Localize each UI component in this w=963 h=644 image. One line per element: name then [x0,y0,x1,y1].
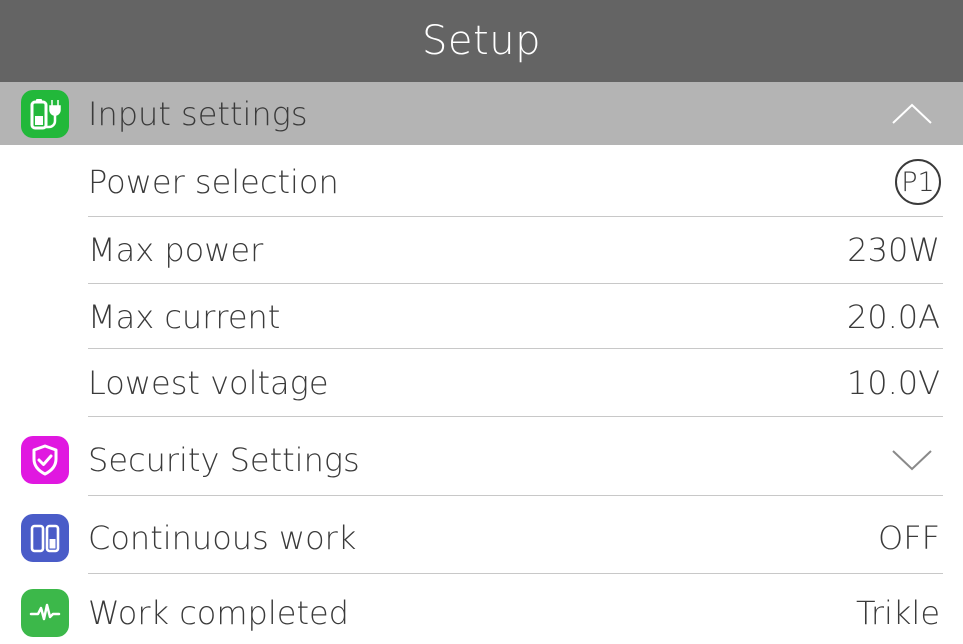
setting-value: 10.0V [846,364,940,402]
setting-row-lowest-voltage[interactable]: Lowest voltage 10.0V [0,350,963,416]
setting-label: Continuous work [88,518,357,557]
setting-label: Max current [88,298,281,336]
setting-row-max-current[interactable]: Max current 20.0A [0,284,963,350]
shield-check-icon [21,435,69,484]
setting-label: Power selection [88,163,339,201]
chevron-down-icon[interactable] [891,448,933,472]
pulse-icon [21,588,69,637]
setup-screen: Setup Input settings Power selection P1 … [0,0,963,644]
divider [88,573,943,574]
section-input-settings[interactable]: Input settings [0,82,963,145]
setting-value: 20.0A [846,298,940,336]
setting-row-work-completed[interactable]: Work completed Trikle [0,581,963,644]
divider [88,416,943,417]
power-profile-badge: P1 [895,159,941,205]
setting-value: OFF [878,518,940,557]
page-title: Setup [422,18,541,64]
divider [88,348,943,349]
battery-plug-icon [21,89,69,138]
setting-value: Trikle [856,593,940,632]
setting-label: Max power [88,231,264,269]
divider [88,495,943,496]
setting-label: Lowest voltage [88,364,329,402]
dual-battery-icon [21,513,69,562]
setting-label: Work completed [88,593,349,632]
setting-row-max-power[interactable]: Max power 230W [0,217,963,283]
section-label: Security Settings [88,440,360,479]
setting-value: 230W [847,231,940,269]
section-security-settings[interactable]: Security Settings [0,428,963,491]
setting-row-continuous-work[interactable]: Continuous work OFF [0,506,963,569]
title-bar: Setup [0,0,963,82]
section-label: Input settings [88,94,308,133]
setting-row-power-selection[interactable]: Power selection P1 [0,149,963,215]
chevron-up-icon[interactable] [891,102,933,126]
